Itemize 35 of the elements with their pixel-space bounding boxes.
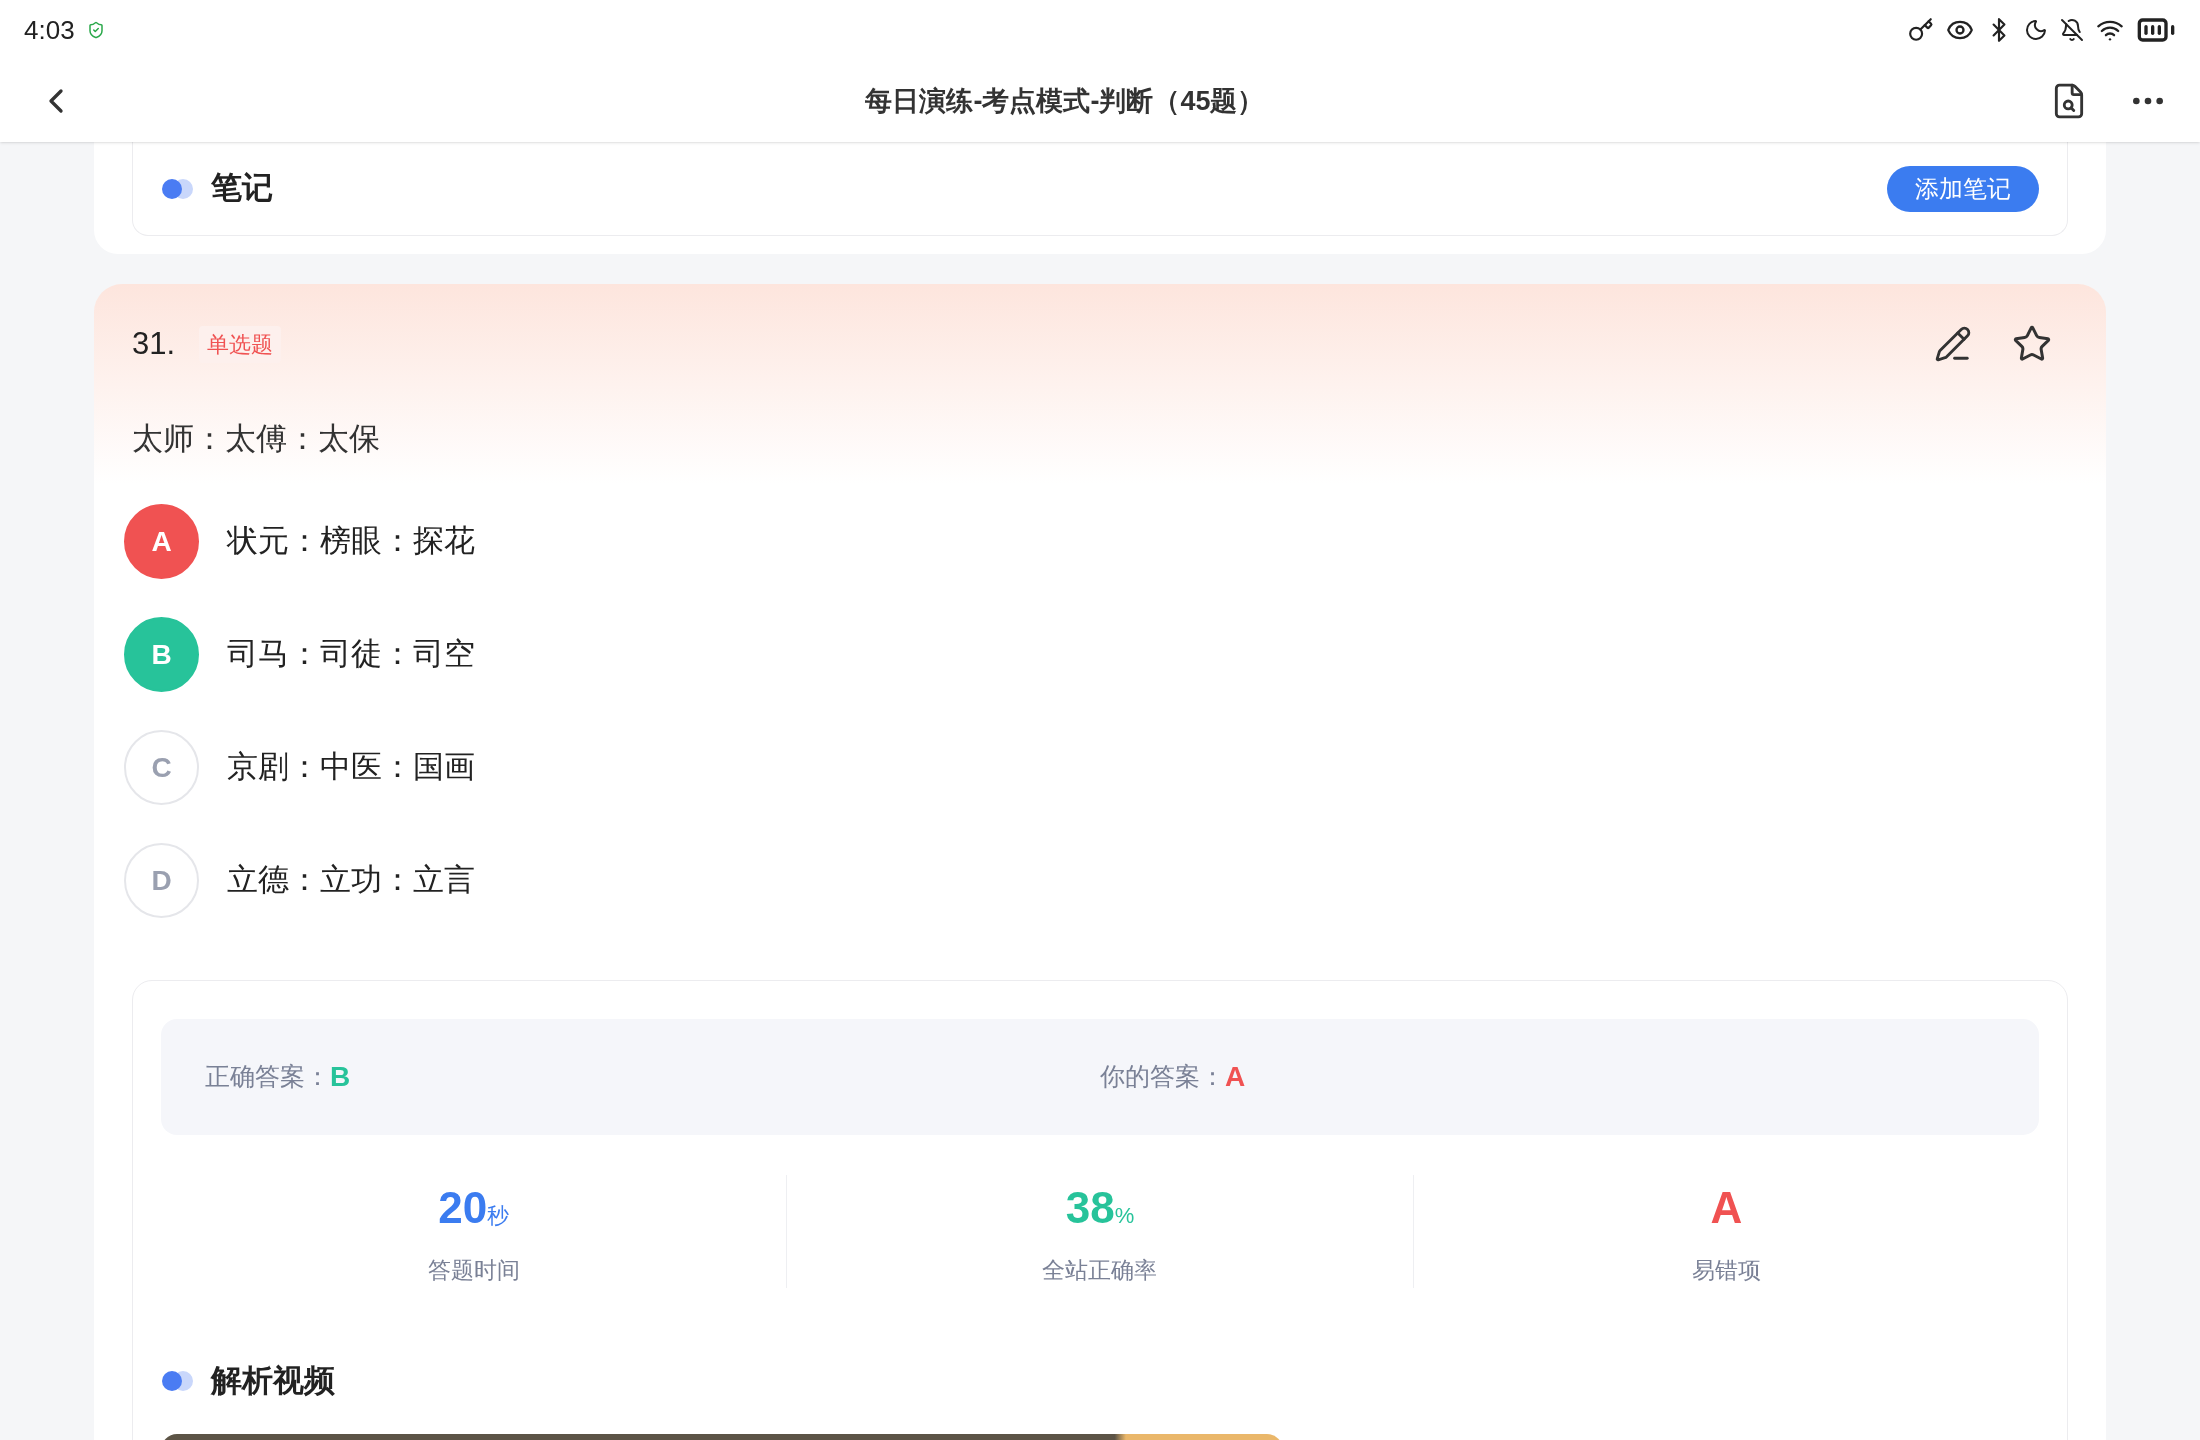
stat-label: 易错项 — [1691, 1256, 1761, 1285]
option-letter[interactable]: A — [124, 504, 199, 579]
option-text[interactable]: 京剧：中医：国画 — [227, 744, 475, 791]
stat-value: 38 — [1065, 1182, 1115, 1234]
note-title: 笔记 — [211, 169, 273, 208]
bell-off-icon — [2060, 18, 2084, 42]
page-title: 每日演练-考点模式-判断（45题） — [865, 84, 1265, 118]
option-letter[interactable]: B — [124, 617, 199, 692]
option-letter[interactable]: D — [124, 843, 199, 918]
option-letter[interactable]: C — [124, 730, 199, 805]
question-stem: 太师：太傅：太保 — [132, 419, 381, 458]
key-icon — [1908, 17, 1934, 43]
stat-label: 全站正确率 — [1042, 1256, 1158, 1285]
moon-icon — [2024, 18, 2048, 42]
add-note-button[interactable]: 添加笔记 — [1887, 165, 2039, 212]
stat-label: 答题时间 — [427, 1256, 520, 1285]
your-answer-label: 你的答案： — [1100, 1061, 1225, 1093]
option-text[interactable]: 状元：榜眼：探花 — [227, 518, 475, 565]
section-dots-icon — [161, 177, 195, 200]
shield-icon — [86, 21, 105, 39]
stat-value: 20 — [438, 1182, 488, 1234]
correct-answer-label: 正确答案： — [205, 1061, 330, 1093]
your-answer-value: A — [1225, 1060, 1246, 1094]
favorite-button[interactable] — [2012, 324, 2052, 364]
option-text[interactable]: 司马：司徒：司空 — [227, 631, 475, 678]
correct-answer-value: B — [330, 1060, 351, 1094]
option-text[interactable]: 立德：立功：立言 — [227, 857, 475, 904]
stat-unit: 秒 — [487, 1203, 510, 1230]
question-number: 31. — [132, 324, 176, 363]
status-time: 4:03 — [24, 13, 75, 47]
video-section-title: 解析视频 — [211, 1361, 335, 1400]
stat-value: A — [1710, 1182, 1743, 1234]
edit-button[interactable] — [1934, 325, 1972, 363]
stat-unit: % — [1114, 1203, 1135, 1230]
section-dots-icon — [161, 1369, 195, 1392]
